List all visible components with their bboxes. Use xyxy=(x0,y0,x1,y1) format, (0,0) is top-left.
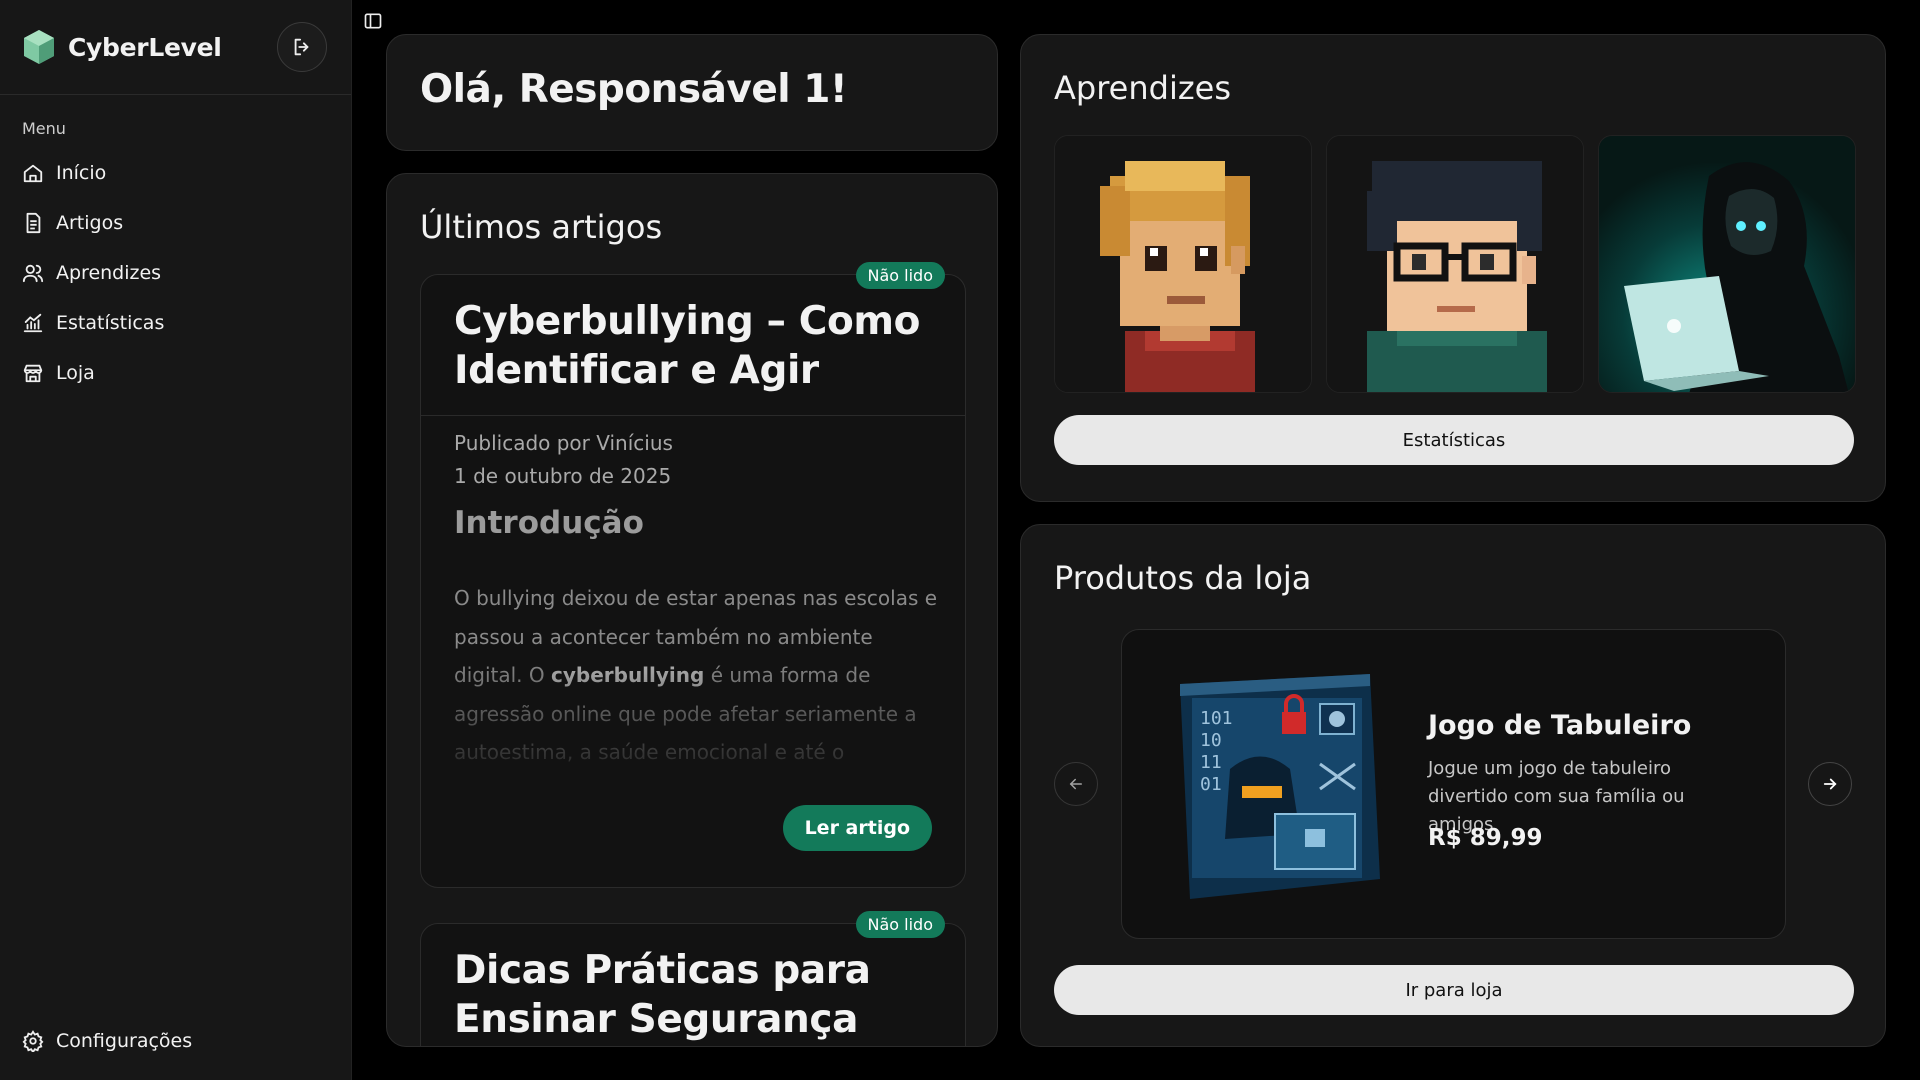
articles-title: Últimos artigos xyxy=(420,208,663,246)
sidebar-item-configuracoes[interactable]: Configurações xyxy=(0,1016,351,1066)
avatar-list xyxy=(1054,135,1856,393)
article-divider xyxy=(421,415,965,416)
learner-avatar-image xyxy=(1327,136,1583,392)
document-icon xyxy=(26,212,41,234)
statistics-button[interactable]: Estatísticas xyxy=(1054,415,1854,465)
product-card[interactable]: 101 10 11 01 Jogo de Tabuleiro Jogue um … xyxy=(1121,629,1786,939)
article-excerpt: O bullying deixou de estar apenas nas es… xyxy=(454,586,938,764)
go-to-shop-button[interactable]: Ir para loja xyxy=(1054,965,1854,1015)
shop-title: Produtos da loja xyxy=(1054,559,1312,597)
sidebar-nav: Início Artigos Aprendizes Estatísticas L… xyxy=(0,148,351,398)
carousel-prev-button[interactable] xyxy=(1054,762,1098,806)
product-image: 101 10 11 01 xyxy=(1180,674,1380,899)
brand-name: CyberLevel xyxy=(68,32,222,62)
greeting-card: Olá, Responsável 1! xyxy=(386,34,998,151)
brand-logo-icon xyxy=(24,30,54,64)
sidebar-item-label: Estatísticas xyxy=(56,312,165,334)
article-card[interactable]: Não lido Dicas Práticas para Ensinar Seg… xyxy=(420,911,966,1046)
carousel-next-button[interactable] xyxy=(1808,762,1852,806)
sidebar-item-label: Artigos xyxy=(56,212,124,234)
learners-title: Aprendizes xyxy=(1054,69,1231,107)
sidebar: CyberLevel Menu Início Artigos Aprendize… xyxy=(0,0,352,1080)
learner-avatar-image xyxy=(1055,136,1311,392)
read-article-button[interactable]: Ler artigo xyxy=(782,805,932,851)
sidebar-item-label: Configurações xyxy=(56,1030,193,1052)
product-price: R$ 89,99 xyxy=(1428,825,1543,851)
learners-card: Aprendizes Estatísticas xyxy=(1020,34,1886,502)
articles-card: Últimos artigos Não lido Cyberbullying –… xyxy=(386,173,998,1047)
sidebar-item-estatisticas[interactable]: Estatísticas xyxy=(0,298,351,348)
unread-badge: Não lido xyxy=(855,262,945,289)
learner-avatar[interactable] xyxy=(1598,135,1856,393)
sidebar-item-inicio[interactable]: Início xyxy=(0,148,351,198)
brand-header: CyberLevel xyxy=(0,0,351,95)
unread-badge: Não lido xyxy=(855,911,945,938)
store-icon xyxy=(23,364,43,383)
chart-icon xyxy=(23,313,43,333)
svg-text:10: 10 xyxy=(1200,730,1222,751)
sidebar-toggle-button[interactable] xyxy=(360,8,386,34)
article-card[interactable]: Não lido Cyberbullying – Como Identifica… xyxy=(420,262,966,888)
product-name: Jogo de Tabuleiro xyxy=(1428,710,1692,741)
sidebar-item-label: Início xyxy=(56,162,107,184)
article-heading: Introdução xyxy=(454,505,644,541)
sidebar-item-label: Aprendizes xyxy=(56,262,162,284)
greeting-title: Olá, Responsável 1! xyxy=(420,67,848,112)
arrow-right-icon xyxy=(1823,778,1837,790)
article-title: Dicas Práticas para Ensinar Segurança xyxy=(454,948,871,1042)
shop-card: Produtos da loja 101 10 11 01 Jogo de Ta… xyxy=(1020,524,1886,1047)
menu-label: Menu xyxy=(22,119,66,138)
sidebar-item-label: Loja xyxy=(56,362,95,384)
learner-avatar[interactable] xyxy=(1054,135,1312,393)
home-icon xyxy=(23,164,43,183)
gear-icon xyxy=(22,1030,44,1052)
article-author: Publicado por Vinícius xyxy=(454,431,673,455)
svg-text:11: 11 xyxy=(1200,752,1222,773)
sidebar-item-aprendizes[interactable]: Aprendizes xyxy=(0,248,351,298)
sidebar-toggle-icon xyxy=(364,13,382,29)
learner-avatar-image xyxy=(1599,136,1855,392)
logout-icon xyxy=(294,38,309,56)
users-icon xyxy=(22,264,44,283)
sidebar-item-artigos[interactable]: Artigos xyxy=(0,198,351,248)
svg-text:101: 101 xyxy=(1200,708,1233,729)
arrow-left-icon xyxy=(1069,778,1082,790)
settings-section: Configurações xyxy=(0,1016,351,1066)
article-title: Cyberbullying – Como Identificar e Agir xyxy=(454,299,921,393)
learner-avatar[interactable] xyxy=(1326,135,1584,393)
article-date: 1 de outubro de 2025 xyxy=(454,464,672,488)
logout-button[interactable] xyxy=(277,22,327,72)
svg-text:01: 01 xyxy=(1200,774,1222,795)
sidebar-item-loja[interactable]: Loja xyxy=(0,348,351,398)
